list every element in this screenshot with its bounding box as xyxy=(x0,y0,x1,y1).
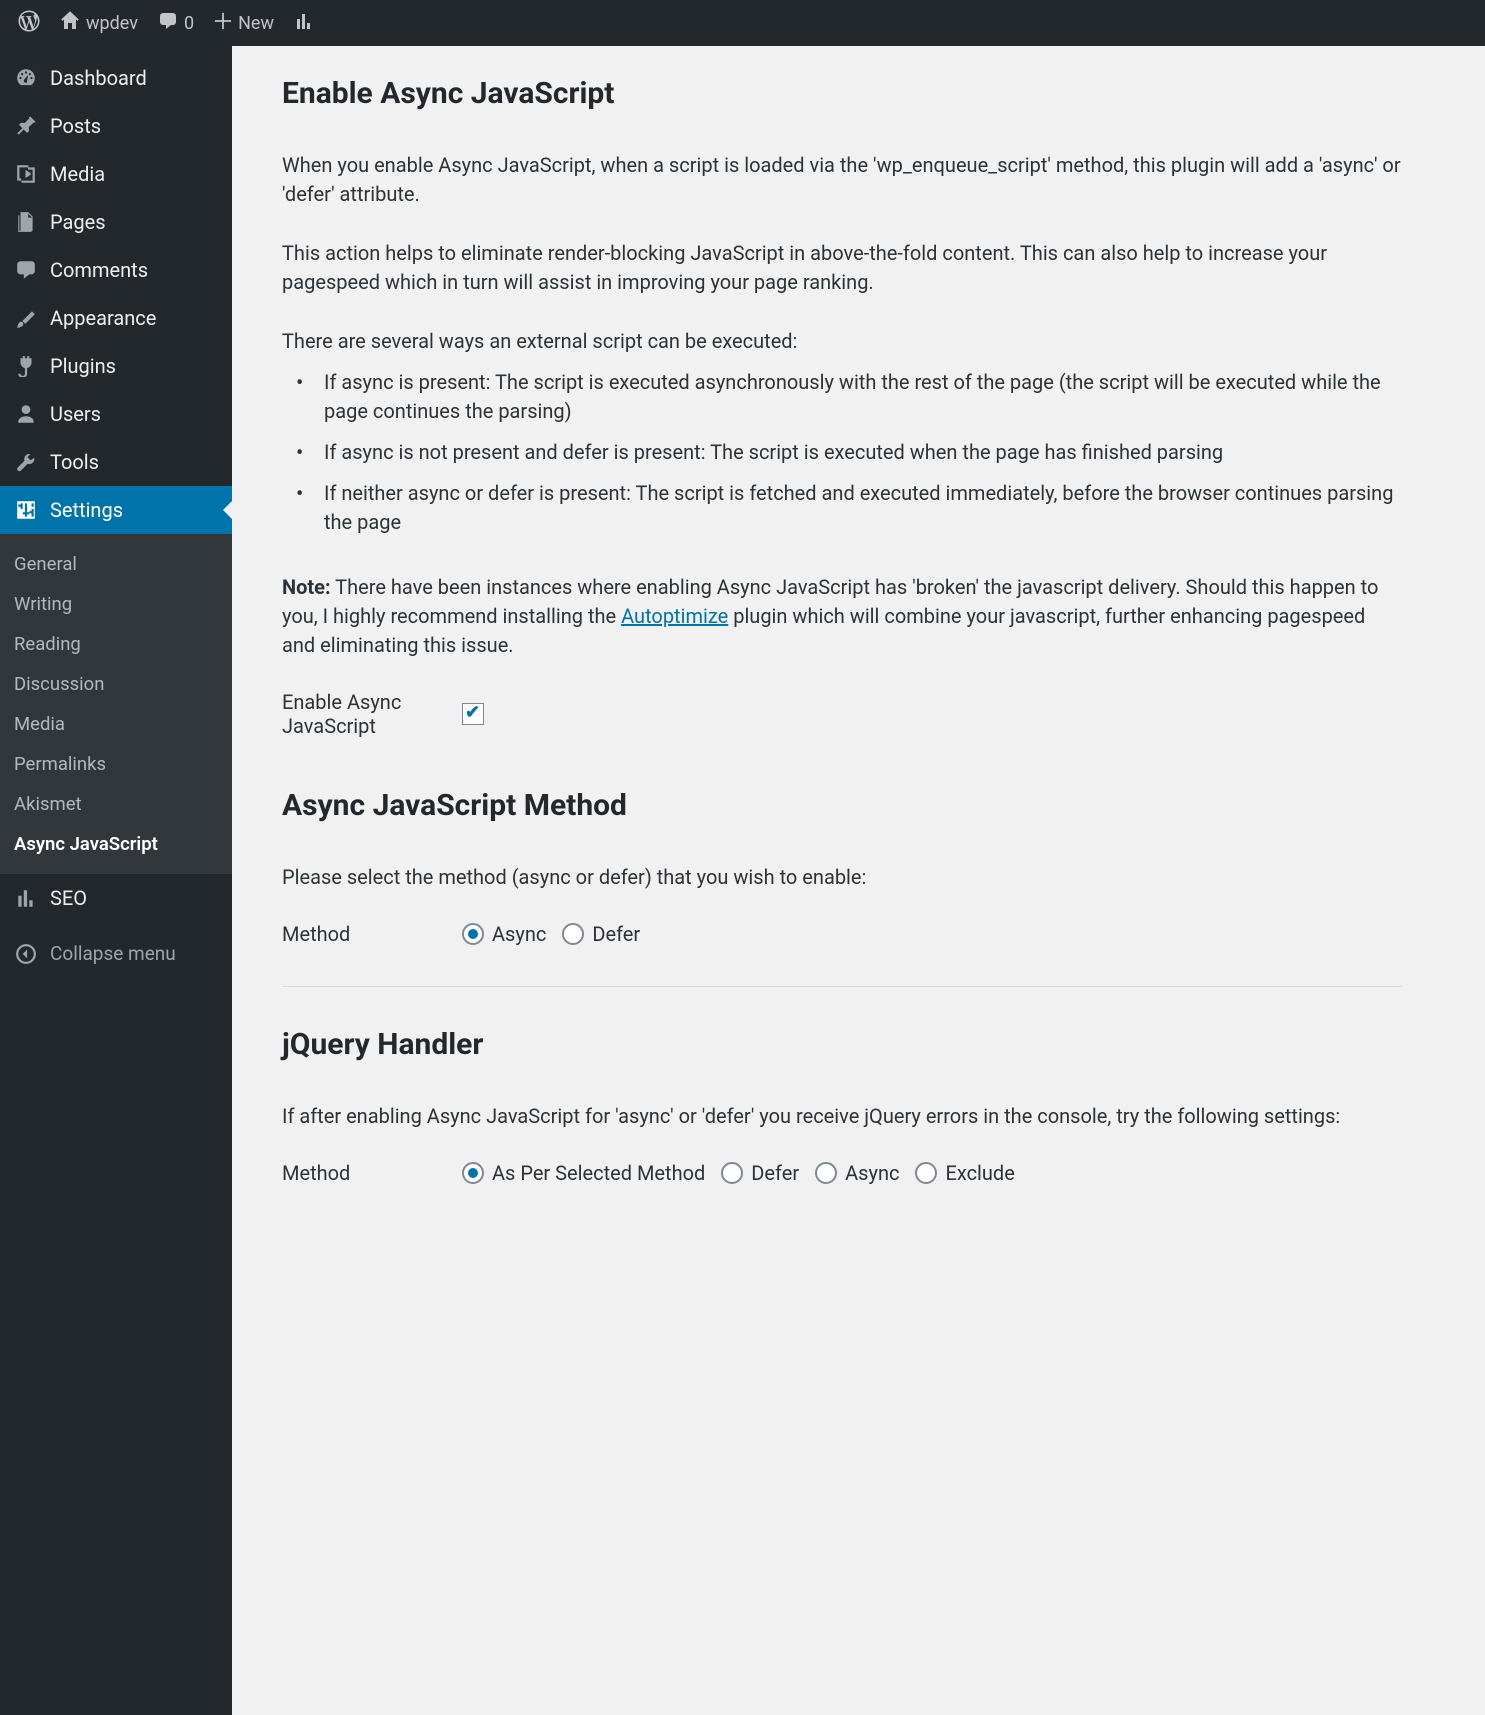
jq-defer-label[interactable]: Defer xyxy=(751,1161,799,1185)
menu-label: Pages xyxy=(50,210,106,234)
submenu-async-js[interactable]: Async JavaScript xyxy=(0,824,232,864)
collapse-icon xyxy=(12,943,40,965)
menu-label: Appearance xyxy=(50,306,156,330)
method-label: Method xyxy=(282,922,462,946)
comment-icon xyxy=(158,11,178,36)
autoptimize-link[interactable]: Autoptimize xyxy=(621,604,728,628)
pin-icon xyxy=(12,115,40,137)
new-label: New xyxy=(238,13,274,34)
user-icon xyxy=(12,403,40,425)
pages-icon xyxy=(12,211,40,233)
submenu-media[interactable]: Media xyxy=(0,704,232,744)
new-link[interactable]: New xyxy=(204,0,284,46)
settings-submenu: General Writing Reading Discussion Media… xyxy=(0,534,232,874)
note-label: Note: xyxy=(282,575,331,599)
submenu-general[interactable]: General xyxy=(0,544,232,584)
plug-icon xyxy=(12,355,40,377)
menu-label: Posts xyxy=(50,114,101,138)
menu-label: Dashboard xyxy=(50,66,147,90)
seo-icon xyxy=(294,11,314,36)
site-name: wpdev xyxy=(86,13,138,34)
menu-dashboard[interactable]: Dashboard xyxy=(0,54,232,102)
list-item: If async is present: The script is execu… xyxy=(282,368,1402,426)
menu-label: Users xyxy=(50,402,101,426)
collapse-label: Collapse menu xyxy=(50,942,176,965)
intro-p1: When you enable Async JavaScript, when a… xyxy=(282,151,1402,209)
dashboard-icon xyxy=(12,67,40,89)
list-item: If async is not present and defer is pre… xyxy=(282,438,1402,467)
menu-settings[interactable]: Settings xyxy=(0,486,232,534)
menu-label: Media xyxy=(50,162,105,186)
jq-selected-label[interactable]: As Per Selected Method xyxy=(492,1161,705,1185)
menu-seo[interactable]: SEO xyxy=(0,874,232,922)
jq-exclude-radio[interactable] xyxy=(915,1162,937,1184)
menu-appearance[interactable]: Appearance xyxy=(0,294,232,342)
jquery-desc: If after enabling Async JavaScript for '… xyxy=(282,1102,1402,1131)
menu-comments[interactable]: Comments xyxy=(0,246,232,294)
menu-label: Comments xyxy=(50,258,148,282)
menu-label: Tools xyxy=(50,450,99,474)
comment-icon xyxy=(12,259,40,281)
jq-async-label[interactable]: Async xyxy=(845,1161,899,1185)
enable-label: Enable Async JavaScript xyxy=(282,690,462,738)
wrench-icon xyxy=(12,451,40,473)
submenu-writing[interactable]: Writing xyxy=(0,584,232,624)
intro-p3: There are several ways an external scrip… xyxy=(282,327,1402,356)
list-item: If neither async or defer is present: Th… xyxy=(282,479,1402,537)
comments-count: 0 xyxy=(184,13,194,34)
comments-link[interactable]: 0 xyxy=(148,0,204,46)
exec-list: If async is present: The script is execu… xyxy=(282,368,1402,537)
plus-icon xyxy=(214,12,232,35)
method-desc: Please select the method (async or defer… xyxy=(282,863,1402,892)
jq-selected-radio[interactable] xyxy=(462,1162,484,1184)
intro-p2: This action helps to eliminate render-bl… xyxy=(282,239,1402,297)
section-title-enable: Enable Async JavaScript xyxy=(282,76,1402,111)
menu-pages[interactable]: Pages xyxy=(0,198,232,246)
submenu-discussion[interactable]: Discussion xyxy=(0,664,232,704)
separator xyxy=(282,986,1402,987)
note-paragraph: Note: There have been instances where en… xyxy=(282,573,1402,660)
sliders-icon xyxy=(12,499,40,521)
menu-label: SEO xyxy=(50,886,87,910)
menu-media[interactable]: Media xyxy=(0,150,232,198)
wp-logo[interactable] xyxy=(8,0,50,46)
seo-icon xyxy=(12,887,40,909)
method-async-label[interactable]: Async xyxy=(492,922,546,946)
menu-label: Plugins xyxy=(50,354,116,378)
jq-defer-radio[interactable] xyxy=(721,1162,743,1184)
menu-tools[interactable]: Tools xyxy=(0,438,232,486)
jq-async-radio[interactable] xyxy=(815,1162,837,1184)
menu-label: Settings xyxy=(50,498,123,522)
home-icon xyxy=(60,11,80,36)
enable-checkbox[interactable] xyxy=(462,703,484,725)
submenu-akismet[interactable]: Akismet xyxy=(0,784,232,824)
wordpress-icon xyxy=(18,10,40,37)
site-link[interactable]: wpdev xyxy=(50,0,148,46)
jq-exclude-label[interactable]: Exclude xyxy=(945,1161,1014,1185)
menu-plugins[interactable]: Plugins xyxy=(0,342,232,390)
section-title-method: Async JavaScript Method xyxy=(282,788,1402,823)
jquery-method-label: Method xyxy=(282,1161,462,1185)
menu-posts[interactable]: Posts xyxy=(0,102,232,150)
seo-menu[interactable] xyxy=(284,0,324,46)
section-title-jquery: jQuery Handler xyxy=(282,1027,1402,1062)
submenu-reading[interactable]: Reading xyxy=(0,624,232,664)
submenu-permalinks[interactable]: Permalinks xyxy=(0,744,232,784)
method-async-radio[interactable] xyxy=(462,923,484,945)
brush-icon xyxy=(12,307,40,329)
method-defer-label[interactable]: Defer xyxy=(592,922,640,946)
collapse-menu[interactable]: Collapse menu xyxy=(0,928,232,979)
media-icon xyxy=(12,163,40,185)
menu-users[interactable]: Users xyxy=(0,390,232,438)
method-defer-radio[interactable] xyxy=(562,923,584,945)
